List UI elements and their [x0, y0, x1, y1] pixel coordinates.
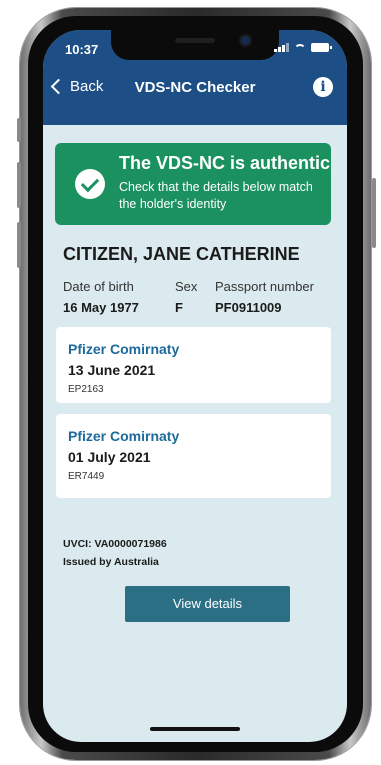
vaccination-card: Pfizer Comirnaty 13 June 2021 EP2163 [56, 327, 331, 403]
info-icon[interactable]: i [313, 77, 333, 97]
vaccination-date: 13 June 2021 [68, 362, 156, 378]
app-screen: 10:37 Back VDS-NC Checker i The VDS-NC i… [43, 30, 347, 742]
power-button [372, 178, 376, 248]
vaccination-date: 01 July 2021 [68, 449, 151, 465]
page-title: VDS-NC Checker [134, 79, 256, 96]
status-icons [274, 43, 332, 52]
batch-number: ER7449 [68, 471, 105, 482]
dob-value: 16 May 1977 [63, 300, 139, 315]
banner-subtitle: Check that the details below match the h… [119, 180, 313, 211]
home-indicator[interactable] [150, 727, 240, 731]
issuer-text: Issued by Australia [63, 556, 159, 568]
sex-value: F [175, 300, 183, 315]
vaccine-name: Pfizer Comirnaty [68, 341, 180, 357]
sex-label: Sex [175, 279, 198, 294]
status-time: 10:37 [65, 42, 99, 57]
battery-icon [311, 43, 332, 52]
volume-up-button [17, 162, 21, 208]
notch [111, 30, 279, 60]
navigation-bar: 10:37 Back VDS-NC Checker i [43, 30, 347, 125]
holder-name: CITIZEN, JANE CATHERINE [63, 244, 300, 264]
check-circle-icon [75, 169, 105, 199]
wifi-icon [294, 44, 306, 52]
view-details-button[interactable]: View details [125, 586, 290, 622]
passport-label: Passport number [215, 279, 314, 294]
vaccine-name: Pfizer Comirnaty [68, 428, 180, 444]
speaker [175, 38, 215, 43]
banner-title: The VDS-NC is authentic [119, 153, 331, 173]
signal-icon [274, 43, 289, 52]
front-camera [241, 36, 250, 45]
volume-down-button [17, 222, 21, 268]
dob-label: Date of birth [63, 279, 134, 294]
uvci-text: UVCI: VA0000071986 [63, 538, 167, 550]
silent-switch [17, 118, 21, 142]
batch-number: EP2163 [68, 384, 104, 395]
passport-value: PF0911009 [215, 300, 282, 315]
vaccination-card: Pfizer Comirnaty 01 July 2021 ER7449 [56, 414, 331, 498]
authentic-banner: The VDS-NC is authentic Check that the d… [55, 143, 331, 225]
